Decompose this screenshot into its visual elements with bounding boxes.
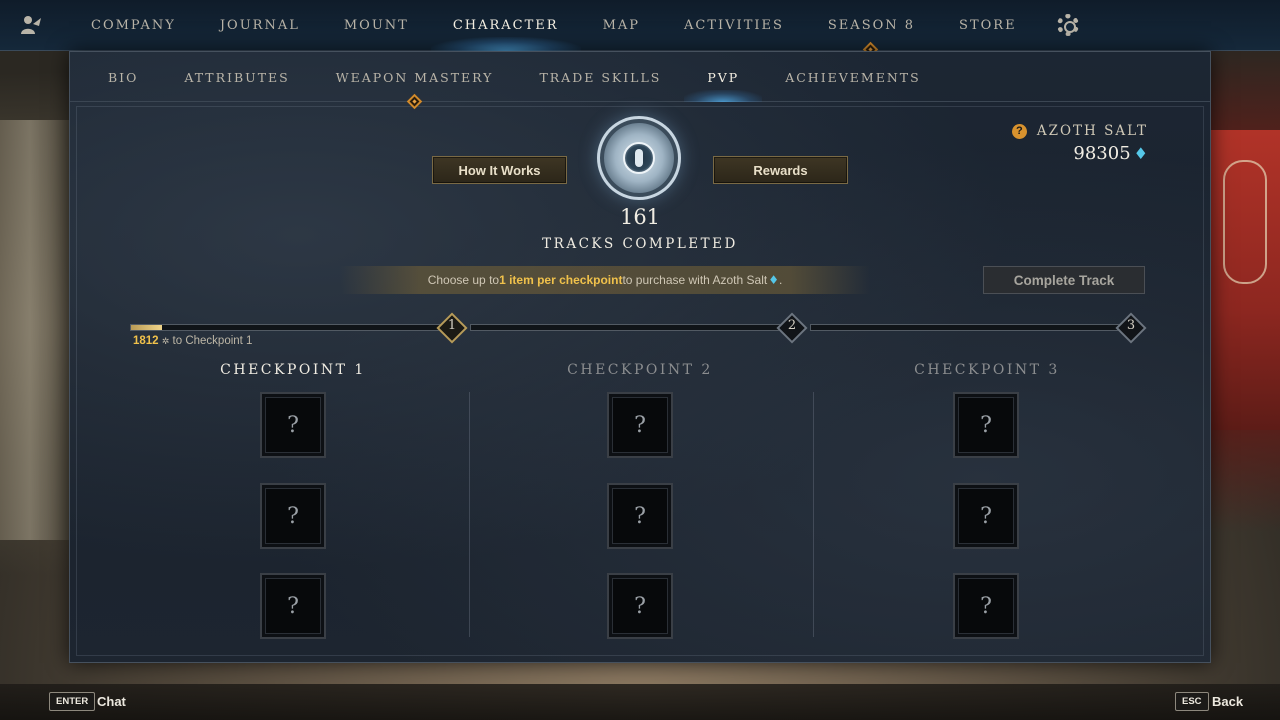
checkpoint-3-number: 3 — [1126, 318, 1136, 333]
nav-season-label: SEASON 8 — [827, 17, 916, 33]
complete-track-button[interactable]: Complete Track — [983, 266, 1145, 294]
tracks-completed-count: 161 — [619, 205, 661, 229]
tab-weapon-mastery-label: WEAPON MASTERY — [335, 69, 494, 85]
azoth-salt-icon: ♦ — [1133, 144, 1148, 163]
progress-segment-1 — [130, 324, 442, 331]
esc-keycap: ESC — [1175, 692, 1209, 711]
background-scenery-left — [0, 120, 75, 540]
checkpoint-1-reward-slot-1[interactable]: ? — [260, 392, 326, 458]
checkpoint-3-reward-slot-1[interactable]: ? — [953, 392, 1019, 458]
azoth-salt-small-icon: ♦ — [768, 273, 779, 287]
currency-name: AZOTH SALT — [1036, 123, 1148, 139]
nav-character[interactable]: CHARACTER — [430, 0, 581, 51]
checkpoint-3-reward-slot-3[interactable]: ? — [953, 573, 1019, 639]
checkpoint-2-number: 2 — [787, 318, 797, 333]
top-navigation: COMPANY JOURNAL MOUNT CHARACTER MAP ACTI… — [0, 0, 1280, 57]
bottom-hint-bar: ENTER Chat ESC Back — [0, 684, 1280, 720]
how-it-works-button[interactable]: How It Works — [432, 156, 567, 184]
tab-trade-skills[interactable]: TRADE SKILLS — [516, 52, 684, 102]
tab-achievements[interactable]: ACHIEVEMENTS — [762, 52, 943, 102]
currency-value: 98305 — [1073, 143, 1131, 164]
checkpoint-3-title: CHECKPOINT 3 — [914, 362, 1060, 378]
checkpoint-1-reward-slot-3[interactable]: ? — [260, 573, 326, 639]
pvp-track-panel: BIO ATTRIBUTES WEAPON MASTERY TRADE SKIL… — [69, 51, 1211, 663]
emblem-core — [623, 142, 655, 174]
checkpoint-3-reward-slot-2[interactable]: ? — [953, 483, 1019, 549]
info-suffix: to purchase with Azoth Salt — [622, 273, 768, 287]
progress-to-checkpoint: 1812 ✲ to Checkpoint 1 — [133, 335, 252, 347]
azoth-salt-balance: ? AZOTH SALT 98305 ♦ — [1011, 123, 1148, 164]
checkpoint-2-reward-slot-1[interactable]: ? — [607, 392, 673, 458]
nav-season[interactable]: SEASON 8 — [806, 0, 937, 57]
nav-activities[interactable]: ACTIVITIES — [662, 0, 806, 51]
checkpoint-1-reward-slot-2[interactable]: ? — [260, 483, 326, 549]
tab-bio[interactable]: BIO — [85, 52, 161, 102]
player-menu-icon[interactable] — [0, 0, 60, 51]
nav-company[interactable]: COMPANY — [69, 0, 198, 51]
column-divider — [813, 392, 814, 637]
tab-weapon-mastery[interactable]: WEAPON MASTERY — [313, 52, 517, 109]
pvp-points-icon: ✲ — [161, 337, 170, 347]
background-banner-right — [1205, 130, 1280, 430]
enter-keycap: ENTER — [49, 692, 96, 711]
help-icon[interactable]: ? — [1011, 123, 1027, 139]
nav-mount[interactable]: MOUNT — [322, 0, 431, 51]
nav-map[interactable]: MAP — [581, 0, 662, 51]
purchase-info-banner: Choose up to 1 item per checkpoint to pu… — [340, 266, 870, 294]
nav-store[interactable]: STORE — [937, 0, 1039, 51]
checkpoint-2-reward-slot-3[interactable]: ? — [607, 573, 673, 639]
back-button[interactable]: Back — [1212, 692, 1243, 711]
rewards-button[interactable]: Rewards — [713, 156, 848, 184]
settings-gear-icon[interactable] — [1056, 14, 1079, 36]
nav-journal[interactable]: JOURNAL — [198, 0, 322, 51]
checkpoint-1-number: 1 — [447, 318, 457, 333]
column-divider — [469, 392, 470, 637]
tab-pvp[interactable]: PVP — [684, 52, 763, 102]
tab-attributes[interactable]: ATTRIBUTES — [161, 52, 312, 102]
progress-segment-3 — [810, 324, 1122, 331]
chat-button[interactable]: Chat — [97, 692, 126, 711]
points-needed: 1812 — [133, 335, 159, 347]
character-sub-navigation: BIO ATTRIBUTES WEAPON MASTERY TRADE SKIL… — [70, 52, 1210, 109]
checkpoint-2-title: CHECKPOINT 2 — [567, 362, 713, 378]
checkpoint-2-reward-slot-2[interactable]: ? — [607, 483, 673, 549]
checkpoint-1-title: CHECKPOINT 1 — [220, 362, 366, 378]
pvp-rank-emblem-icon — [597, 116, 681, 200]
tracks-completed-label: TRACKS COMPLETED — [542, 236, 738, 252]
points-suffix: to Checkpoint 1 — [172, 335, 253, 347]
info-prefix: Choose up to — [427, 273, 500, 287]
progress-fill — [131, 325, 162, 330]
progress-segment-2 — [470, 324, 782, 331]
player-silhouette-icon — [21, 16, 41, 34]
info-highlight: 1 item per checkpoint — [499, 273, 623, 287]
